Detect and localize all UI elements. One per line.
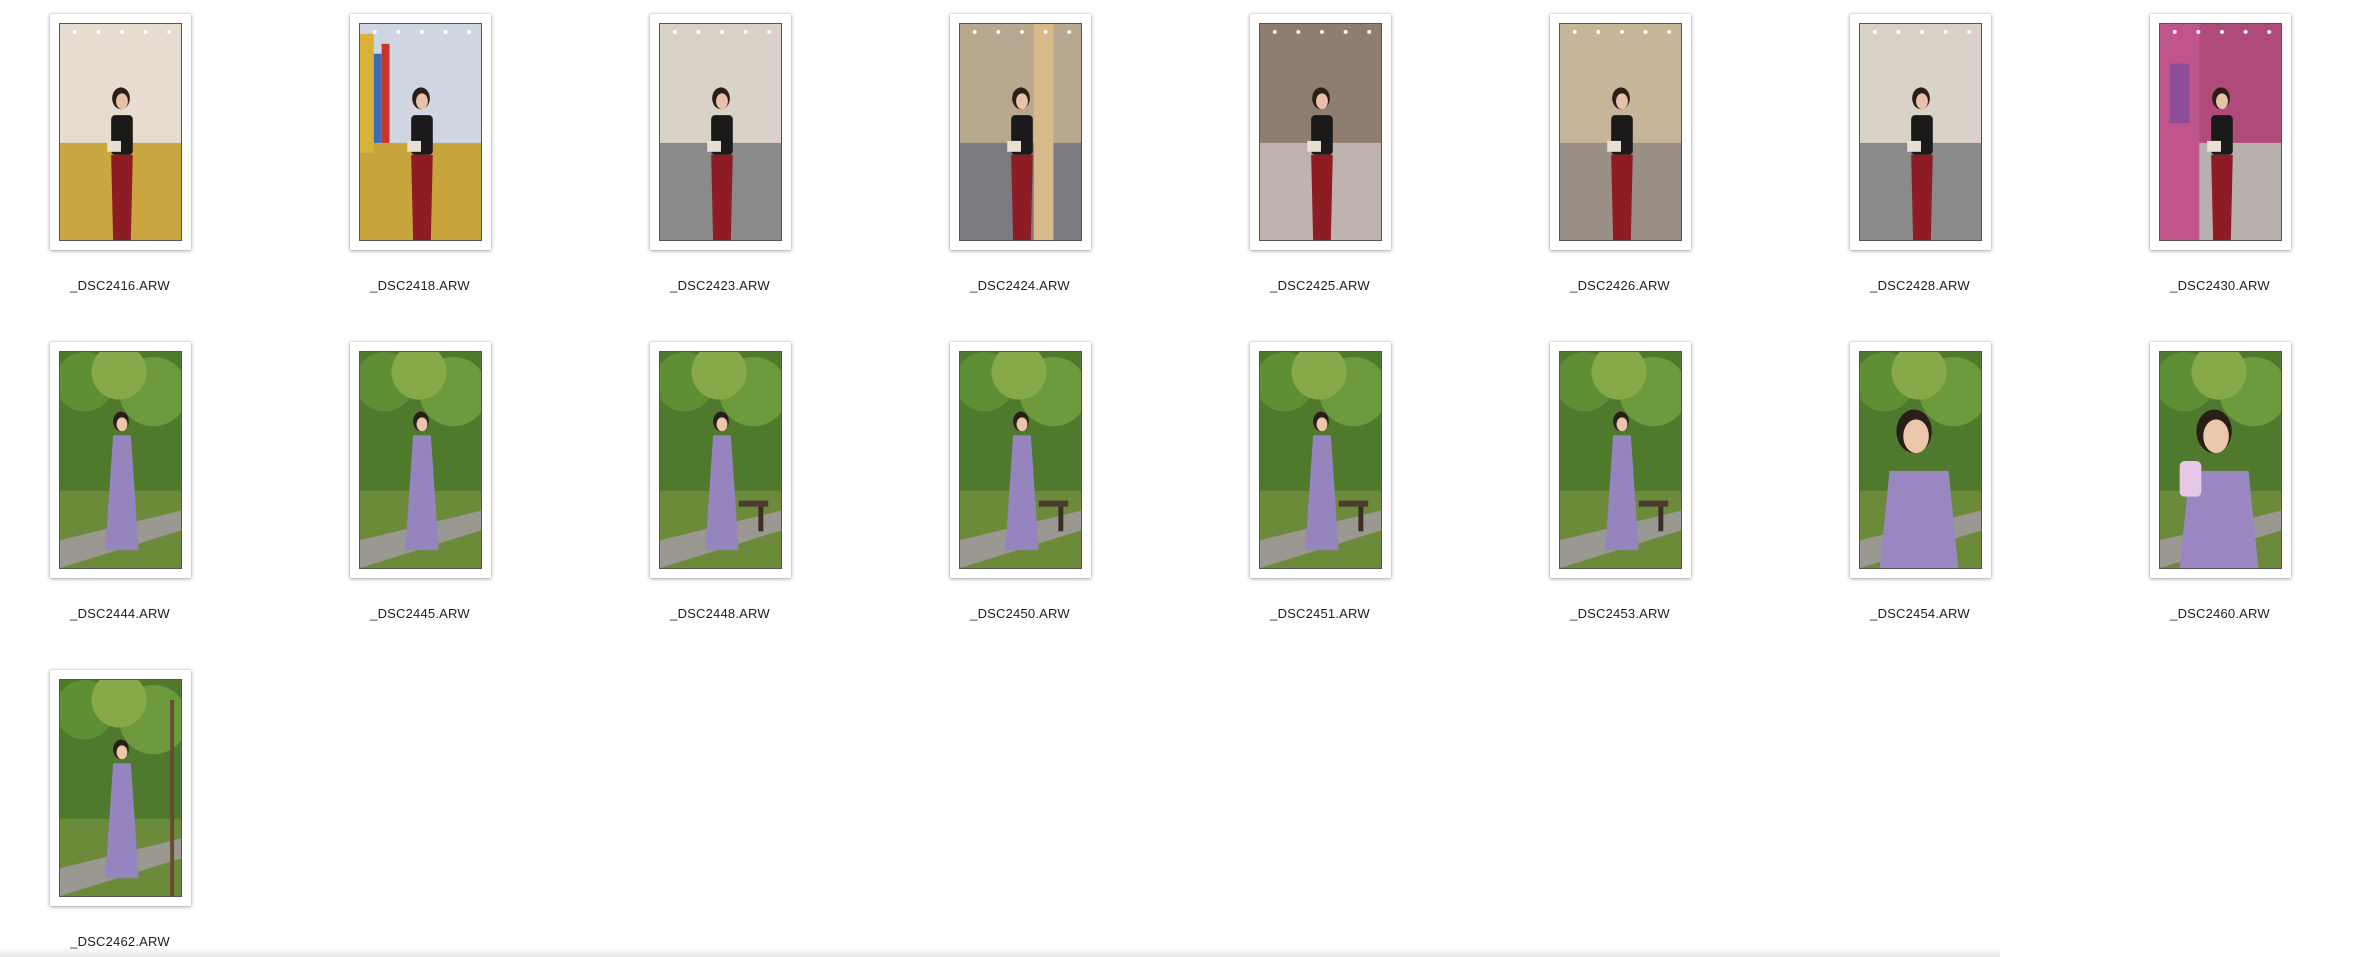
photo-thumbnail[interactable] (359, 351, 482, 569)
photo-thumbnail[interactable] (1259, 351, 1382, 569)
file-item[interactable]: _DSC2423.ARW (600, 0, 840, 300)
photo-thumbnail[interactable] (59, 679, 182, 897)
file-name-label[interactable]: _DSC2448.ARW (600, 606, 840, 621)
file-name-label[interactable]: _DSC2418.ARW (300, 278, 540, 293)
file-thumbnail-frame[interactable] (50, 342, 191, 578)
photo-thumbnail[interactable] (2159, 351, 2282, 569)
file-item[interactable]: _DSC2454.ARW (1800, 328, 2040, 628)
photo-thumbnail[interactable] (1559, 351, 1682, 569)
photo-thumbnail[interactable] (959, 351, 1082, 569)
file-item[interactable]: _DSC2450.ARW (900, 328, 1140, 628)
file-item[interactable]: _DSC2444.ARW (0, 328, 240, 628)
photo-thumbnail[interactable] (359, 23, 482, 241)
file-thumbnail-frame[interactable] (350, 342, 491, 578)
file-thumbnail-frame[interactable] (650, 14, 791, 250)
file-item[interactable]: _DSC2424.ARW (900, 0, 1140, 300)
file-item[interactable]: _DSC2460.ARW (2100, 328, 2340, 628)
file-thumbnail-frame[interactable] (1850, 14, 1991, 250)
file-thumbnail-frame[interactable] (950, 342, 1091, 578)
file-thumbnail-frame[interactable] (2150, 14, 2291, 250)
file-item[interactable]: _DSC2448.ARW (600, 328, 840, 628)
file-name-label[interactable]: _DSC2454.ARW (1800, 606, 2040, 621)
file-item[interactable]: _DSC2430.ARW (2100, 0, 2340, 300)
file-item[interactable]: _DSC2462.ARW (0, 656, 240, 956)
file-thumbnail-frame[interactable] (1250, 14, 1391, 250)
file-thumbnail-frame[interactable] (1850, 342, 1991, 578)
scroll-edge-shadow (0, 947, 2000, 957)
photo-thumbnail[interactable] (59, 23, 182, 241)
file-name-label[interactable]: _DSC2451.ARW (1200, 606, 1440, 621)
file-thumbnail-frame[interactable] (1250, 342, 1391, 578)
file-name-label[interactable]: _DSC2430.ARW (2100, 278, 2340, 293)
file-item[interactable]: _DSC2445.ARW (300, 328, 540, 628)
file-name-label[interactable]: _DSC2426.ARW (1500, 278, 1740, 293)
file-name-label[interactable]: _DSC2428.ARW (1800, 278, 2040, 293)
file-grid: _DSC2416.ARW _DSC2418.ARW _DSC2423.ARW _… (0, 0, 2359, 957)
photo-thumbnail[interactable] (659, 351, 782, 569)
file-name-label[interactable]: _DSC2444.ARW (0, 606, 240, 621)
file-name-label[interactable]: _DSC2445.ARW (300, 606, 540, 621)
photo-thumbnail[interactable] (1559, 23, 1682, 241)
file-thumbnail-frame[interactable] (50, 14, 191, 250)
file-name-label[interactable]: _DSC2453.ARW (1500, 606, 1740, 621)
file-name-label[interactable]: _DSC2450.ARW (900, 606, 1140, 621)
file-thumbnail-frame[interactable] (950, 14, 1091, 250)
file-thumbnail-frame[interactable] (1550, 14, 1691, 250)
file-name-label[interactable]: _DSC2424.ARW (900, 278, 1140, 293)
photo-thumbnail[interactable] (2159, 23, 2282, 241)
file-thumbnail-frame[interactable] (2150, 342, 2291, 578)
file-item[interactable]: _DSC2428.ARW (1800, 0, 2040, 300)
photo-thumbnail[interactable] (1859, 351, 1982, 569)
file-item[interactable]: _DSC2451.ARW (1200, 328, 1440, 628)
file-name-label[interactable]: _DSC2416.ARW (0, 278, 240, 293)
photo-thumbnail[interactable] (659, 23, 782, 241)
photo-thumbnail[interactable] (1859, 23, 1982, 241)
file-item[interactable]: _DSC2426.ARW (1500, 0, 1740, 300)
file-thumbnail-frame[interactable] (650, 342, 791, 578)
file-item[interactable]: _DSC2418.ARW (300, 0, 540, 300)
file-name-label[interactable]: _DSC2460.ARW (2100, 606, 2340, 621)
photo-thumbnail[interactable] (959, 23, 1082, 241)
photo-thumbnail[interactable] (1259, 23, 1382, 241)
file-item[interactable]: _DSC2453.ARW (1500, 328, 1740, 628)
file-item[interactable]: _DSC2425.ARW (1200, 0, 1440, 300)
file-item[interactable]: _DSC2416.ARW (0, 0, 240, 300)
file-thumbnail-frame[interactable] (350, 14, 491, 250)
photo-thumbnail[interactable] (59, 351, 182, 569)
file-name-label[interactable]: _DSC2423.ARW (600, 278, 840, 293)
file-name-label[interactable]: _DSC2425.ARW (1200, 278, 1440, 293)
file-thumbnail-frame[interactable] (1550, 342, 1691, 578)
file-thumbnail-frame[interactable] (50, 670, 191, 906)
